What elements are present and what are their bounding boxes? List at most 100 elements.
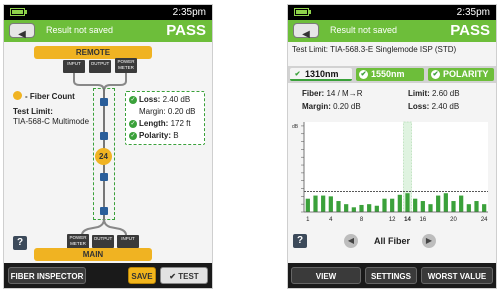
pass-verdict: PASS <box>450 22 490 39</box>
chart-bar <box>405 193 410 212</box>
loss-label: Loss: <box>408 102 430 111</box>
chart-bar <box>428 204 433 212</box>
chart-bar <box>359 204 364 212</box>
limit-value: 2.60 dB <box>432 89 460 98</box>
back-arrow-icon: ◀ <box>302 29 310 40</box>
footer-bar: FIBER INSPECTOR SAVE ✔ TEST <box>4 263 212 288</box>
next-fiber-button[interactable]: ▶ <box>422 234 436 248</box>
connector-icon <box>100 173 108 181</box>
x-tick-label: 20 <box>450 217 457 223</box>
back-button[interactable]: ◀ <box>293 23 319 40</box>
chart-bar <box>382 198 387 212</box>
check-icon: ✔ <box>169 272 179 281</box>
view-reference-button[interactable]: VIEW REFERENCE <box>291 267 361 284</box>
x-tick-label: 24 <box>481 217 488 223</box>
chart-bar <box>397 194 402 212</box>
test-limit-label: Test Limit: <box>13 107 53 116</box>
chart-bar <box>390 198 395 212</box>
chart-bar <box>336 201 341 212</box>
previous-fiber-button[interactable]: ◀ <box>344 234 358 248</box>
polarity-label: Polarity: <box>139 131 172 140</box>
test-limit-value: TIA-568-C Multimode <box>13 117 90 126</box>
chart-bar <box>443 193 448 212</box>
check-icon: ✔ <box>431 70 440 80</box>
fiber-value: 14 / M→R <box>326 89 363 98</box>
status-time: 2:35pm <box>456 7 490 18</box>
chart-bar <box>436 195 441 212</box>
tab-label: 1550nm <box>371 69 405 79</box>
result-summary: ✓ Loss: 2.40 dB Margin: 0.20 dB ✓ Length: … <box>125 91 205 145</box>
chart-bar <box>344 204 349 212</box>
chart-bar <box>451 201 456 212</box>
fiber-overview-screen: 2:35pm ◀ Result not saved PASS REMOTE IN… <box>3 4 213 289</box>
main-port-input: INPUT <box>117 235 139 248</box>
check-icon: ✓ <box>129 119 137 128</box>
save-status: Result not saved <box>330 25 398 35</box>
margin-label: Margin: <box>302 102 331 111</box>
help-button[interactable]: ? <box>13 236 27 250</box>
margin-value: 0.20 dB <box>333 102 361 111</box>
loss-bar-chart: dB 1 4 8 12 14 16 20 24 <box>288 118 496 228</box>
x-tick-label: 12 <box>389 217 396 223</box>
test-button[interactable]: ✔ TEST <box>160 267 208 284</box>
fiber-number-badge: 24 <box>95 148 112 165</box>
chart-bar <box>420 201 425 212</box>
main-port-power-meter: POWER METER <box>67 234 89 249</box>
footer-bar: VIEW REFERENCE SETTINGS WORST VALUE <box>288 263 496 288</box>
chart-bar <box>328 196 333 212</box>
main-unit-label: MAIN <box>34 248 152 261</box>
connector-icon <box>100 98 108 106</box>
chevron-left-icon: ◀ <box>347 236 355 245</box>
margin-value: 0.20 dB <box>167 107 196 116</box>
fiber-count-dot-icon <box>13 91 22 100</box>
chart-bar <box>351 207 356 212</box>
x-tick-label: 14 <box>404 217 411 223</box>
loss-label: Loss: <box>139 95 161 104</box>
save-button[interactable]: SAVE <box>128 267 156 284</box>
chart-bar <box>367 204 372 212</box>
result-header: ◀ Result not saved PASS <box>288 20 496 42</box>
tab-label: POLARITY <box>443 69 489 79</box>
fiber-label: Fiber: <box>302 89 325 98</box>
wavelength-tabs: ✔ 1310nm ✔ 1550nm ✔ POLARITY <box>288 66 496 83</box>
worst-value-button[interactable]: WORST VALUE <box>421 267 493 284</box>
length-label: Length: <box>139 119 169 128</box>
limit-info: Limit: 2.60 dB <box>408 89 460 98</box>
connector-icon <box>100 207 108 215</box>
margin-info: Margin: 0.20 dB <box>302 102 361 111</box>
y-axis-label: dB <box>292 124 299 130</box>
chart-bar <box>321 195 326 212</box>
chart-svg: dB1 4 8 12 14 16 20 24 <box>292 121 488 223</box>
fiber-selector-label: All Fiber <box>374 236 411 246</box>
check-icon: ✓ <box>129 131 137 140</box>
chart-bar <box>374 205 379 212</box>
chart-bar <box>305 198 310 212</box>
limit-label: Limit: <box>408 89 430 98</box>
check-icon: ✔ <box>359 70 368 80</box>
x-tick-label: 4 <box>329 217 333 223</box>
tab-1550nm[interactable]: ✔ 1550nm <box>356 68 424 81</box>
loss-value: 2.40 dB <box>431 102 460 111</box>
chart-bar <box>313 195 318 212</box>
loss-chart-screen: 2:35pm ◀ Result not saved PASS Test Limi… <box>287 4 497 289</box>
help-button[interactable]: ? <box>293 234 307 248</box>
chart-bar <box>482 204 487 212</box>
fiber-inspector-button[interactable]: FIBER INSPECTOR <box>8 267 86 284</box>
main-port-output: OUTPUT <box>92 235 114 248</box>
polarity-value: B <box>173 131 179 140</box>
connector-icon <box>100 132 108 140</box>
chart-bar <box>413 198 418 212</box>
tab-1310nm[interactable]: ✔ 1310nm <box>290 68 352 81</box>
loss-info: Loss: 2.40 dB <box>408 102 459 111</box>
chart-bar <box>466 204 471 212</box>
status-bar: 2:35pm <box>288 5 496 20</box>
margin-label: Margin: <box>139 107 166 116</box>
x-tick-label: 1 <box>306 217 310 223</box>
settings-button[interactable]: SETTINGS <box>365 267 417 284</box>
test-limit-label: Test Limit: TIA-568.3-E Singlemode ISP (… <box>292 45 457 54</box>
tab-polarity[interactable]: ✔ POLARITY <box>428 68 494 81</box>
chevron-right-icon: ▶ <box>425 236 433 245</box>
chart-bar <box>474 201 479 212</box>
loss-value: 2.40 dB <box>162 95 191 104</box>
test-label: TEST <box>178 272 199 281</box>
